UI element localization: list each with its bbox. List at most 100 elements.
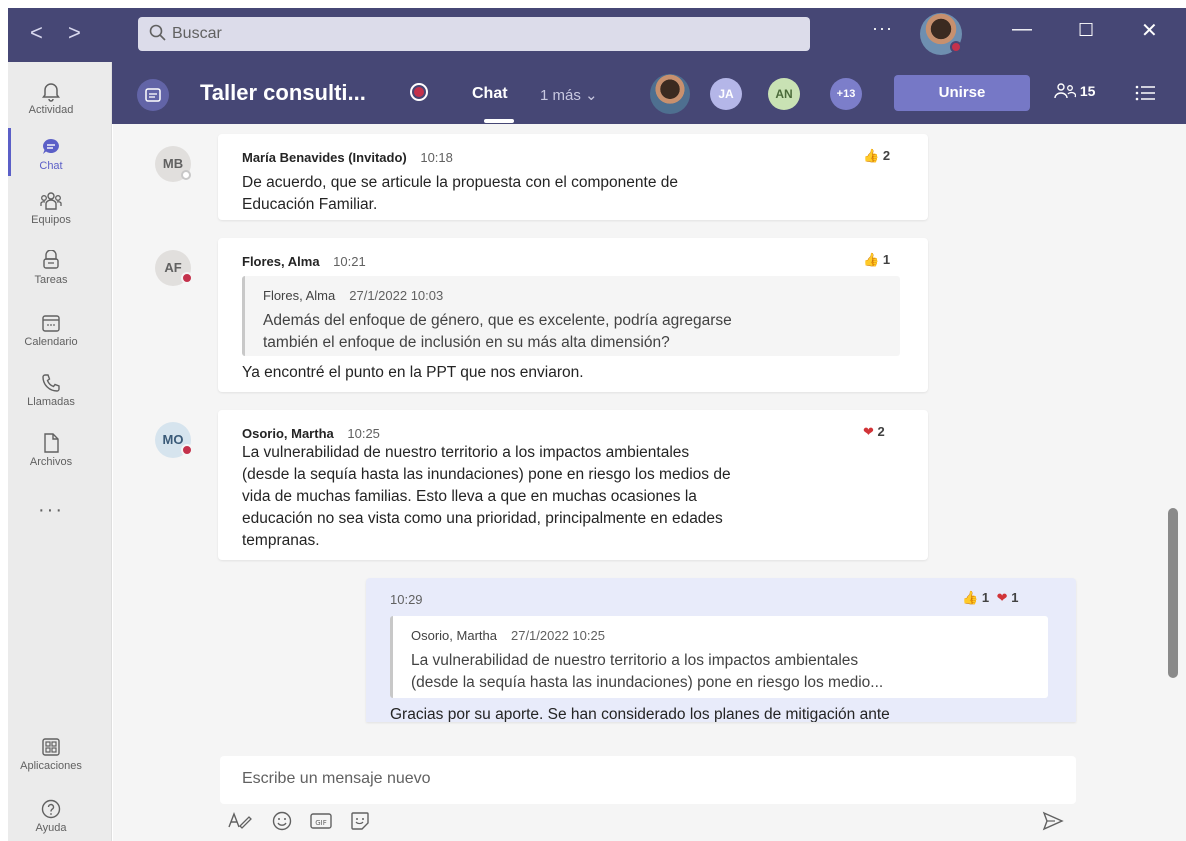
rail-item-files[interactable]: Archivos — [8, 432, 94, 468]
forward-button[interactable]: > — [68, 22, 81, 44]
svg-text:GIF: GIF — [315, 819, 327, 827]
compose-box[interactable]: Escribe un mensaje nuevo — [220, 756, 1076, 804]
rail-item-apps[interactable]: Aplicaciones — [8, 736, 94, 772]
search-input[interactable]: Buscar — [138, 17, 810, 51]
list-icon[interactable] — [1134, 84, 1156, 102]
quote-meta: Flores, Alma 27/1/2022 10:03 — [263, 288, 443, 303]
participant-avatar-photo[interactable] — [650, 74, 690, 114]
message-sender: Osorio, Martha — [242, 426, 334, 441]
message-reactions[interactable]: 👍 1 ❤ 1 — [962, 590, 1018, 606]
chat-icon — [43, 139, 59, 154]
compose-placeholder: Escribe un mensaje nuevo — [242, 770, 431, 787]
rail-label-calendar: Calendario — [24, 336, 78, 348]
quote-meta: Osorio, Martha 27/1/2022 10:25 — [411, 628, 605, 643]
rail-item-activity[interactable]: Actividad — [8, 80, 94, 116]
participants-button[interactable]: 15 — [1054, 82, 1095, 100]
message-card[interactable]: María Benavides (Invitado) 10:18 👍 2 De … — [218, 134, 928, 220]
like-icon: 👍 — [962, 590, 979, 605]
message-line: educación no sea vista como una priorida… — [242, 510, 723, 527]
more-options-button[interactable]: ··· — [872, 18, 893, 39]
join-button[interactable]: Unirse — [894, 75, 1030, 111]
tab-chat[interactable]: Chat — [472, 85, 508, 103]
heart-icon: ❤ — [996, 590, 1008, 605]
message-meta: Flores, Alma 10:21 — [242, 254, 366, 269]
calendar-icon — [42, 315, 60, 332]
message-body: La vulnerabilidad de nuestro territorio … — [242, 442, 731, 552]
message-body: De acuerdo, que se articule la propuesta… — [242, 172, 678, 216]
message-meta: Osorio, Martha 10:25 — [242, 426, 380, 441]
message-time: 10:18 — [420, 150, 453, 165]
quote-time: 27/1/2022 10:03 — [349, 288, 444, 303]
heart-count: 1 — [1011, 590, 1019, 605]
more-participants-badge[interactable]: +13 — [830, 78, 862, 110]
rail-label-help: Ayuda — [35, 822, 67, 834]
rail-item-teams[interactable]: Equipos — [8, 190, 94, 226]
more-apps-button[interactable]: ··· — [8, 499, 94, 522]
emoji-icon[interactable] — [271, 810, 293, 832]
sticker-icon[interactable] — [349, 810, 371, 832]
status-busy-dot — [181, 444, 193, 456]
message-line: Ya encontré el punto en la PPT que nos e… — [242, 364, 584, 381]
teams-icon — [40, 192, 62, 210]
own-message-card[interactable]: 10:29 👍 1 ❤ 1 Osorio, Martha 27/1/2022 10… — [366, 578, 1076, 722]
quote-sender: Osorio, Martha — [411, 628, 497, 643]
message-time: 10:25 — [347, 426, 380, 441]
meeting-icon — [137, 79, 169, 111]
participant-avatar-ja[interactable]: JA — [710, 78, 742, 110]
format-icon[interactable] — [227, 810, 253, 832]
send-icon[interactable] — [1041, 810, 1065, 832]
rail-item-calendar[interactable]: Calendario — [8, 312, 94, 348]
quoted-message[interactable]: Osorio, Martha 27/1/2022 10:25 La vulnera… — [390, 616, 1048, 698]
rail-label-activity: Actividad — [28, 104, 74, 116]
close-button[interactable]: ✕ — [1141, 18, 1158, 43]
message-card[interactable]: Osorio, Martha 10:25 ❤ 2 La vulnerabilid… — [218, 410, 928, 560]
rail-item-help[interactable]: Ayuda — [8, 798, 94, 834]
active-tab-indicator — [484, 119, 514, 123]
quote-line: La vulnerabilidad de nuestro territorio … — [411, 652, 859, 669]
quoted-message[interactable]: Flores, Alma 27/1/2022 10:03 Además del e… — [242, 276, 900, 356]
message-line: (desde la sequía hasta las inundaciones)… — [242, 466, 731, 483]
message-sender: Flores, Alma — [242, 254, 320, 269]
search-icon — [149, 24, 166, 41]
message-body: Gracias por su aporte. Se han considerad… — [390, 704, 890, 722]
help-icon — [41, 799, 61, 819]
heart-reaction[interactable]: ❤ 2 — [863, 424, 885, 440]
rail-item-chat[interactable]: Chat — [8, 136, 94, 172]
message-card[interactable]: Flores, Alma 10:21 👍 1 Flores, Alma 27/1/… — [218, 238, 928, 392]
maximize-button[interactable]: ☐ — [1078, 20, 1094, 41]
participant-avatar-an[interactable]: AN — [768, 78, 800, 110]
participants-count: 15 — [1079, 83, 1096, 99]
bell-icon — [42, 83, 60, 102]
quote-body: Además del enfoque de género, que es exc… — [263, 310, 732, 354]
message-meta: María Benavides (Invitado) 10:18 — [242, 150, 453, 165]
chat-scrollbar[interactable] — [1168, 508, 1178, 678]
message-sender: María Benavides (Invitado) — [242, 150, 407, 165]
quote-line: (desde la sequía hasta las inundaciones)… — [411, 674, 884, 691]
message-line: Educación Familiar. — [242, 196, 378, 213]
gif-icon[interactable]: GIF — [309, 810, 333, 832]
minimize-button[interactable]: — — [1012, 18, 1032, 41]
rail-label-calls: Llamadas — [27, 396, 75, 408]
heart-icon: ❤ — [863, 424, 874, 439]
rail-item-calls[interactable]: Llamadas — [8, 372, 94, 408]
like-count: 1 — [981, 590, 990, 605]
search-placeholder: Buscar — [172, 25, 222, 42]
more-tabs-dropdown[interactable]: 1 más ⌄ — [540, 86, 598, 104]
rail-item-tasks[interactable]: Tareas — [8, 250, 94, 286]
people-icon — [1054, 83, 1077, 99]
like-reaction[interactable]: 👍 2 — [863, 148, 890, 164]
like-icon: 👍 — [863, 252, 880, 267]
tasks-icon — [43, 250, 59, 269]
title-bar: < > Buscar ··· — ☐ ✕ — [8, 8, 1186, 62]
rail-label-tasks: Tareas — [34, 274, 68, 286]
rail-label-files: Archivos — [29, 456, 73, 468]
chat-pane: MB María Benavides (Invitado) 10:18 👍 2 … — [113, 124, 1186, 841]
like-count: 1 — [882, 252, 891, 267]
back-button[interactable]: < — [30, 22, 43, 44]
quote-line: Además del enfoque de género, que es exc… — [263, 312, 732, 329]
like-reaction[interactable]: 👍 1 — [863, 252, 890, 268]
status-busy-dot — [950, 41, 962, 53]
quote-time: 27/1/2022 10:25 — [510, 628, 605, 643]
status-offline-dot — [181, 170, 191, 180]
quote-sender: Flores, Alma — [263, 288, 336, 303]
